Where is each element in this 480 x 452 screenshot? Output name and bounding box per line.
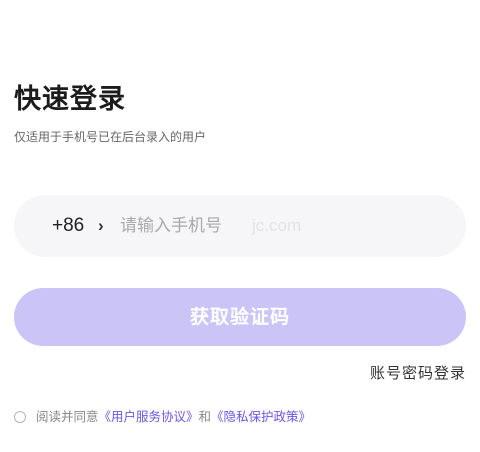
agreement-conjunction: 和 <box>198 409 212 424</box>
page-title: 快速登录 <box>14 84 126 115</box>
agreement-row: 阅读并同意 《用户服务协议》 和 《隐私保护政策》 <box>14 406 311 428</box>
radio-unchecked-icon[interactable] <box>14 411 26 423</box>
chevron-right-icon[interactable]: › <box>98 195 104 257</box>
phone-number-input[interactable] <box>120 208 440 244</box>
agreement-prefix: 阅读并同意 <box>36 409 99 424</box>
privacy-policy-link[interactable]: 《隐私保护政策》 <box>211 406 311 428</box>
phone-input-group: +86 › jc.com <box>14 195 466 257</box>
country-code-selector[interactable]: +86 <box>52 195 84 257</box>
get-verification-code-button[interactable]: 获取验证码 <box>14 288 466 346</box>
user-agreement-link[interactable]: 《用户服务协议》 <box>99 406 199 428</box>
password-login-link[interactable]: 账号密码登录 <box>370 362 466 384</box>
page-subtitle: 仅适用于手机号已在后台录入的用户 <box>14 130 207 144</box>
